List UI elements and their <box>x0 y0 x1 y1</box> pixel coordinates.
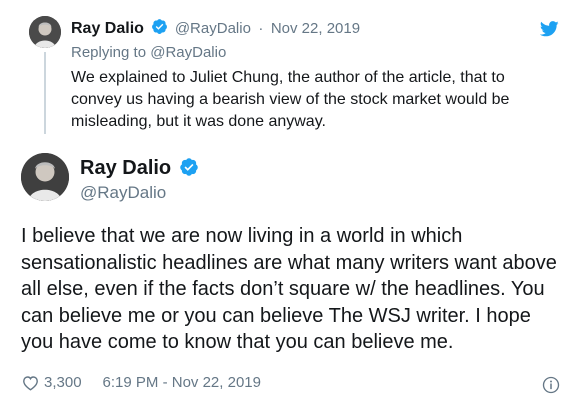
parent-date[interactable]: Nov 22, 2019 <box>271 20 360 37</box>
twitter-bird-icon[interactable] <box>539 21 559 37</box>
avatar-portrait <box>29 16 61 48</box>
replying-to-handle[interactable]: @RayDalio <box>150 44 226 61</box>
like-button[interactable]: 3,300 <box>22 374 82 391</box>
main-avatar[interactable] <box>21 153 69 201</box>
info-icon[interactable] <box>542 376 560 394</box>
parent-text-line: We explained to Juliet Chung, the author… <box>71 69 505 86</box>
header-separator: · <box>258 20 264 38</box>
parent-author-name[interactable]: Ray Dalio <box>71 20 144 37</box>
verified-badge-icon <box>151 18 168 40</box>
thread-connector-line <box>44 52 46 134</box>
verified-badge-icon <box>179 157 199 182</box>
tweet-footer: 3,300 6:19 PM - Nov 22, 2019 <box>22 374 261 391</box>
parent-author-handle[interactable]: @RayDalio <box>175 20 251 37</box>
main-text-line: you have come to know that you can belie… <box>21 331 454 353</box>
main-text-line: I believe that we are now living in a wo… <box>21 225 463 247</box>
tweet-timestamp[interactable]: 6:19 PM - Nov 22, 2019 <box>103 374 261 391</box>
main-tweet-text: I believe that we are now living in a wo… <box>21 223 557 356</box>
replying-to-line: Replying to @RayDalio <box>71 44 226 61</box>
parent-tweet-text: We explained to Juliet Chung, the author… <box>71 67 509 133</box>
like-count: 3,300 <box>44 374 82 391</box>
main-text-line: all else, even if the facts don’t square… <box>21 278 545 300</box>
parent-avatar[interactable] <box>29 16 61 48</box>
main-author-name[interactable]: Ray Dalio <box>80 157 171 179</box>
main-text-line: can believe me or you can believe The WS… <box>21 304 531 327</box>
main-author-handle[interactable]: @RayDalio <box>80 183 166 203</box>
heart-icon <box>22 375 39 391</box>
replying-to-prefix: Replying to <box>71 44 147 61</box>
parent-text-line: convey us having a bearish view of the s… <box>71 91 510 108</box>
parent-text-line: misleading, but it was done anyway. <box>71 113 326 130</box>
main-text-line: sensationalistic headlines are what many… <box>21 251 557 274</box>
parent-header: Ray Dalio @RayDalio · Nov 22, 2019 <box>71 18 360 40</box>
main-author-row: Ray Dalio <box>80 157 199 182</box>
avatar-portrait <box>21 153 69 201</box>
